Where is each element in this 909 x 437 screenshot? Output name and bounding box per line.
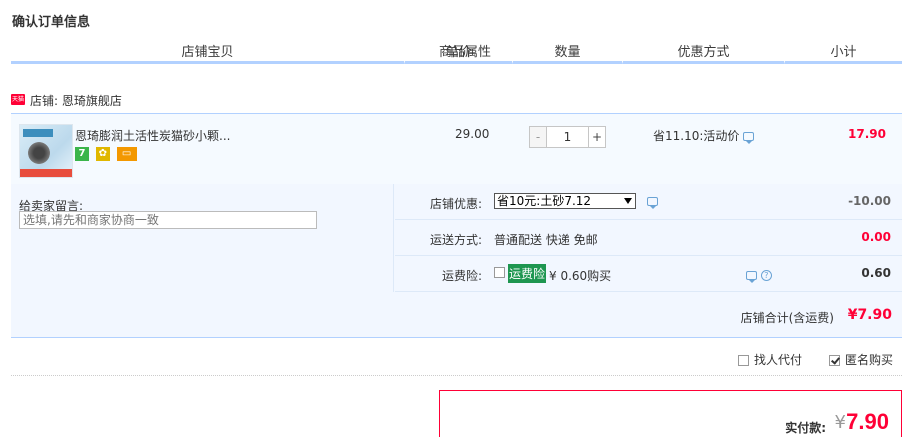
proxy-pay-checkbox[interactable] (738, 355, 749, 366)
shop-discount-label: 店铺优惠: (429, 197, 482, 211)
col-subtotal: 小计 (784, 41, 902, 64)
discount-chat-icon[interactable] (647, 197, 658, 209)
dropdown-arrow-icon (624, 198, 632, 204)
seller-message-input[interactable] (19, 211, 317, 229)
shop-total-value: ¥7.90 (847, 307, 892, 323)
shipping-label: 运送方式: (429, 233, 482, 247)
service-icons: 7 ✿ ▭ (75, 147, 140, 161)
thumbnail-banner (23, 129, 53, 137)
quality-guarantee-icon[interactable]: ✿ (95, 147, 110, 161)
shipping-amount: 0.00 (861, 230, 891, 244)
proxy-pay-label: 找人代付 (754, 353, 803, 367)
column-header: 店铺宝贝 商品属性 单价 数量 优惠方式 小计 (11, 41, 902, 67)
page-title: 确认订单信息 (12, 15, 91, 30)
insurance-price: ¥ 0.60购买 (549, 269, 612, 283)
seven-day-return-icon[interactable]: 7 (75, 147, 89, 161)
shipping-insurance-row: 运费险: 运费险 ¥ 0.60购买 ? 0.60 (395, 256, 902, 292)
shipping-row: 运送方式: 普通配送 快递 免邮 0.00 (395, 220, 902, 256)
payment-label: 实付款: (785, 421, 826, 435)
promotion-info: 省11.10:活动价 (653, 127, 755, 144)
quantity-stepper: - + (529, 126, 606, 148)
anonymous-option[interactable]: 匿名购买 (829, 351, 893, 368)
shop-total-label: 店铺合计(含运费) (740, 311, 834, 325)
insurance-amount: 0.60 (861, 266, 891, 280)
unit-price: 29.00 (455, 127, 490, 141)
item-subtotal: 17.90 (848, 127, 886, 141)
chat-icon[interactable] (743, 132, 755, 144)
thumbnail-product-shape (28, 142, 50, 164)
quantity-increase-button[interactable]: + (588, 126, 606, 148)
shop-discount-row: 店铺优惠: 省10元:土砂7.12 -10.00 (395, 184, 902, 220)
anonymous-label: 匿名购买 (845, 353, 894, 367)
product-name-link[interactable]: 恩琦膨润土活性炭猫砂小颗... (75, 127, 230, 144)
order-extras-panel: 给卖家留言: 店铺优惠: 省10元:土砂7.12 -10.00 运送方式: 普通… (11, 184, 902, 338)
thumbnail-footer (20, 169, 72, 177)
seller-message-area: 给卖家留言: (11, 184, 394, 292)
col-discount: 优惠方式 (622, 41, 784, 64)
product-thumbnail[interactable] (19, 124, 73, 178)
proxy-pay-option[interactable]: 找人代付 (738, 351, 802, 368)
payment-currency: ¥ (834, 412, 846, 433)
order-item-row: 恩琦膨润土活性炭猫砂小颗... 7 ✿ ▭ 29.00 - + 省11.10:活… (11, 114, 902, 184)
order-options-row: 找人代付 匿名购买 (11, 340, 902, 376)
insurance-checkbox[interactable] (494, 267, 505, 278)
payment-amount: 7.90 (846, 409, 889, 434)
insurance-chat-icon[interactable] (746, 271, 757, 283)
shop-row: 天猫 店铺: 恩琦旗舰店 (11, 88, 902, 114)
shop-discount-amount: -10.00 (848, 194, 891, 208)
quantity-decrease-button[interactable]: - (529, 126, 547, 148)
shipping-method: 普通配送 快递 免邮 (494, 233, 598, 247)
shop-discount-select[interactable]: 省10元:土砂7.12 (494, 193, 636, 209)
insurance-label: 运费险: (441, 269, 482, 283)
payment-summary-box: 实付款: ¥ 7.90 (439, 390, 902, 437)
quantity-input[interactable] (546, 126, 589, 148)
tmall-icon: 天猫 (11, 94, 25, 105)
shop-name-link[interactable]: 店铺: 恩琦旗舰店 (30, 92, 122, 109)
col-unit-price: 单价 (404, 41, 512, 64)
promotion-text: 省11.10:活动价 (653, 129, 740, 143)
help-icon[interactable]: ? (760, 270, 772, 281)
col-quantity: 数量 (512, 41, 622, 64)
col-shop-item: 店铺宝贝 (11, 41, 404, 64)
anonymous-checkbox[interactable] (829, 355, 840, 366)
shop-discount-selected: 省10元:土砂7.12 (497, 194, 592, 208)
insurance-icons: ? (746, 268, 772, 283)
shop-total-row: 店铺合计(含运费) ¥7.90 (11, 292, 902, 338)
credit-card-icon[interactable]: ▭ (116, 147, 137, 161)
insurance-highlight[interactable]: 运费险 (508, 264, 547, 283)
